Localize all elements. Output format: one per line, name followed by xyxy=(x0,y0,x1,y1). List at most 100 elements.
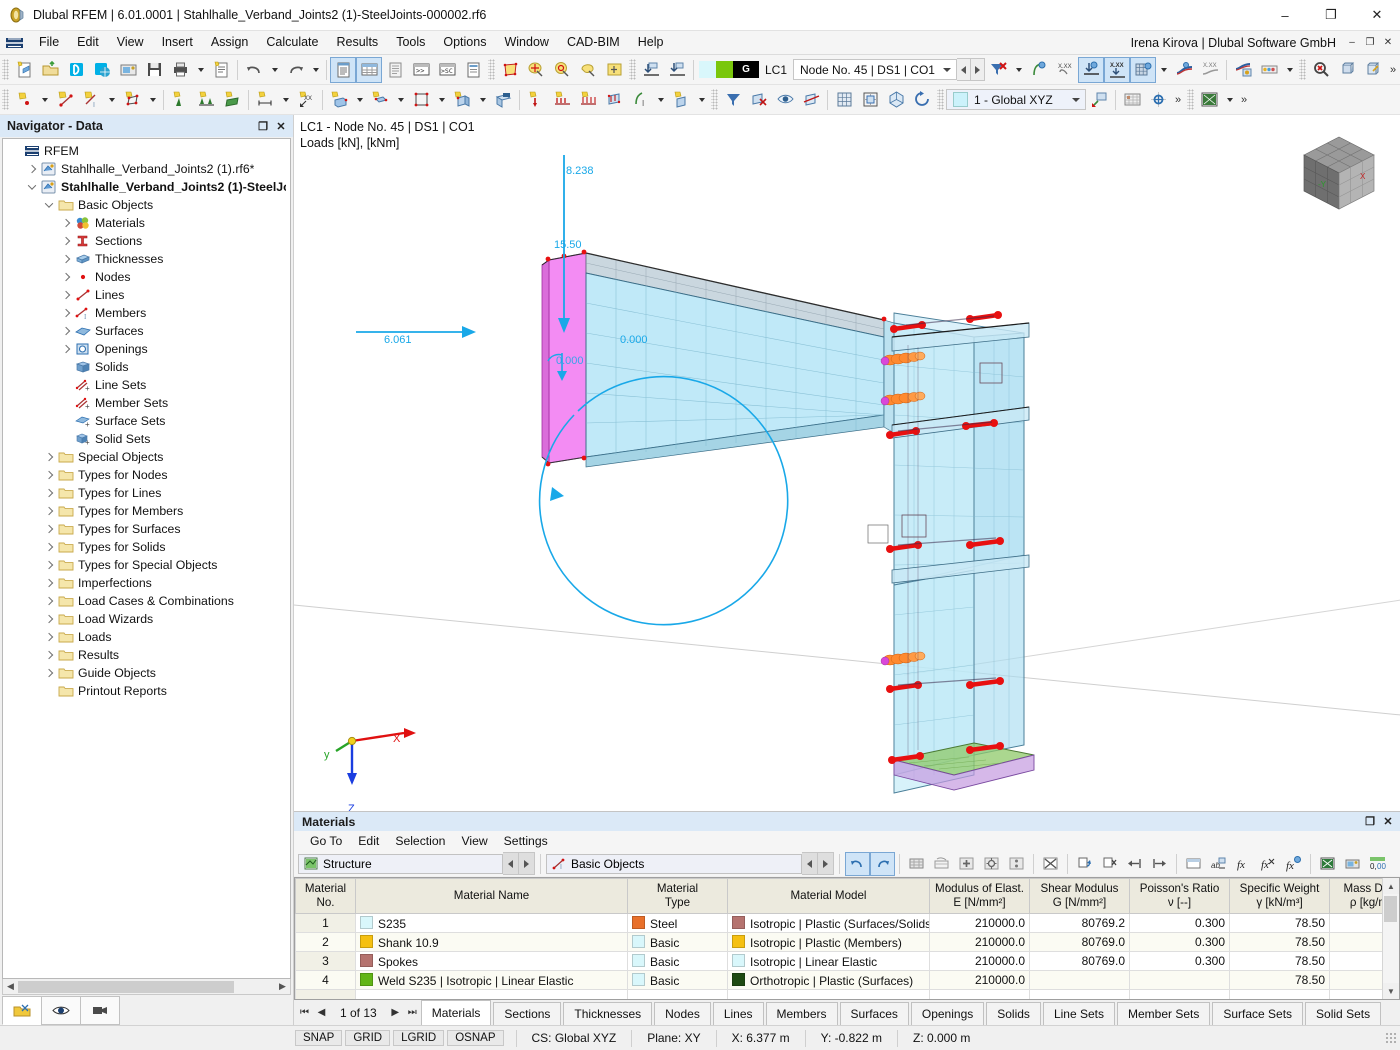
pager-first-button[interactable]: ⏮ xyxy=(296,1000,313,1025)
chevron-right-icon[interactable] xyxy=(58,268,74,286)
tree-item-solids[interactable]: Solids xyxy=(3,358,290,376)
surface-set-dropdown-arrow[interactable] xyxy=(475,87,490,113)
surface-dropdown-arrow[interactable] xyxy=(145,87,160,113)
cell-material-name[interactable]: Weld S235 | Isotropic | Linear Elastic xyxy=(355,970,628,990)
selection-combo[interactable]: Node No. 45 | DS1 | CO1 xyxy=(793,59,957,80)
toolbar-grip[interactable] xyxy=(629,59,636,80)
tree-item-types-for-nodes[interactable]: Types for Nodes xyxy=(3,466,290,484)
nodal-load-button[interactable] xyxy=(523,87,549,113)
cell-shear-modulus[interactable]: 80769.0 xyxy=(1029,951,1130,971)
render-mode-button[interactable] xyxy=(1360,57,1386,83)
table-options-button[interactable] xyxy=(979,852,1004,876)
structure-filter-combo[interactable]: Structure xyxy=(298,853,503,874)
cell-poissons-ratio[interactable] xyxy=(1129,970,1230,990)
chevron-down-icon[interactable] xyxy=(41,196,57,214)
insert-row-button[interactable] xyxy=(954,852,979,876)
details-panel-button[interactable] xyxy=(382,57,408,83)
tree-item-types-for-members[interactable]: Types for Members xyxy=(3,502,290,520)
table-vscrollbar[interactable]: ▲ ▼ xyxy=(1382,878,1399,999)
surface-set-button[interactable] xyxy=(449,87,475,113)
tree-item-types-for-lines[interactable]: Types for Lines xyxy=(3,484,290,502)
tree-item-stahlhalle-verband-joints2-1-rf6[interactable]: Stahlhalle_Verband_Joints2 (1).rf6* xyxy=(3,160,290,178)
table-menu-view[interactable]: View xyxy=(453,833,495,849)
hscroll-right-arrow[interactable]: ▶ xyxy=(275,980,290,994)
menu-results[interactable]: Results xyxy=(328,32,388,53)
tree-item-nodes[interactable]: Nodes xyxy=(3,268,290,286)
line-load-button[interactable] xyxy=(575,87,601,113)
navigator-tab-views[interactable] xyxy=(80,996,120,1025)
pager-last-button[interactable]: ⏭ xyxy=(404,1000,421,1025)
section-cut-button[interactable] xyxy=(798,87,824,113)
cell-shear-modulus[interactable]: 80769.0 xyxy=(1029,932,1130,952)
structure-filter-next[interactable] xyxy=(519,852,535,875)
menu-edit[interactable]: Edit xyxy=(68,32,108,53)
new-model-button[interactable] xyxy=(11,57,37,83)
dimension-button[interactable] xyxy=(252,87,278,113)
cell-poissons-ratio[interactable]: 0.300 xyxy=(1129,913,1230,933)
tree-item-load-cases-combinations[interactable]: Load Cases & Combinations xyxy=(3,592,290,610)
new-member-button[interactable]: I xyxy=(78,87,104,113)
table-menu-settings[interactable]: Settings xyxy=(496,833,556,849)
table-row-button[interactable] xyxy=(929,852,954,876)
color-scale-dropdown-arrow[interactable] xyxy=(1282,57,1297,83)
materials-table[interactable]: Material No. Material Name Material Type M… xyxy=(295,878,1382,999)
mesh-refine-button[interactable] xyxy=(831,87,857,113)
print-table-button[interactable] xyxy=(1340,852,1365,876)
chevron-right-icon[interactable] xyxy=(58,250,74,268)
dlubal-center-button[interactable] xyxy=(63,57,89,83)
cell-material-name[interactable]: Shank 10.9 xyxy=(355,932,628,952)
web-services-button[interactable] xyxy=(89,57,115,83)
cell-empty[interactable] xyxy=(355,989,628,999)
zoom-reset-button[interactable] xyxy=(1308,57,1334,83)
chevron-right-icon[interactable] xyxy=(41,538,57,556)
col-material-name[interactable]: Material Name xyxy=(355,878,628,914)
view-iso-button[interactable] xyxy=(883,87,909,113)
clear-results-dropdown-arrow[interactable] xyxy=(1011,57,1026,83)
redo-dropdown-arrow[interactable] xyxy=(308,57,323,83)
tree-item-thicknesses[interactable]: Thicknesses xyxy=(3,250,290,268)
tree-item-basic-objects[interactable]: Basic Objects xyxy=(3,196,290,214)
cell-modulus-elasticity[interactable]: 210000.0 xyxy=(929,913,1030,933)
cell-shear-modulus[interactable] xyxy=(1029,970,1130,990)
show-mesh-button[interactable] xyxy=(1130,56,1156,83)
result-values-button[interactable]: X.XX xyxy=(1197,57,1223,83)
chevron-right-icon[interactable] xyxy=(41,592,57,610)
menu-window[interactable]: Window xyxy=(495,32,557,53)
cell-material-no[interactable]: 1 xyxy=(295,913,356,933)
mdi-restore-button[interactable]: ❐ xyxy=(1361,34,1379,52)
cell-specific-weight[interactable]: 78.50 xyxy=(1229,970,1330,990)
menu-assign[interactable]: Assign xyxy=(202,32,258,53)
set-work-plane-button[interactable] xyxy=(1086,87,1112,113)
cell-material-no[interactable]: 2 xyxy=(295,932,356,952)
chevron-right-icon[interactable] xyxy=(41,628,57,646)
tree-item-types-for-surfaces[interactable]: Types for Surfaces xyxy=(3,520,290,538)
col-shear-modulus[interactable]: Shear Modulus G [N/mm²] xyxy=(1029,878,1130,914)
new-line-button[interactable] xyxy=(52,87,78,113)
maximize-button[interactable]: ❐ xyxy=(1308,0,1354,30)
imperfection-dropdown-arrow[interactable] xyxy=(694,87,709,113)
navigator-toggle-button[interactable] xyxy=(330,56,356,83)
table-panel-close-button[interactable]: ✕ xyxy=(1380,814,1396,830)
result-diagram-button[interactable] xyxy=(1171,57,1197,83)
undo-dropdown-arrow[interactable] xyxy=(267,57,282,83)
dimension-dropdown-arrow[interactable] xyxy=(278,87,293,113)
selection-prev-button[interactable] xyxy=(956,58,971,81)
tab-thicknesses[interactable]: Thicknesses xyxy=(563,1002,653,1025)
snap-to-node-button[interactable] xyxy=(638,57,664,83)
cell-modulus-elasticity[interactable]: 210000.0 xyxy=(929,932,1030,952)
cell-mass-density[interactable]: 785 xyxy=(1329,913,1382,933)
tree-item-openings[interactable]: Openings xyxy=(3,340,290,358)
cell-empty[interactable] xyxy=(929,989,1030,999)
cell-mass-density[interactable]: 785 xyxy=(1329,951,1382,971)
tab-surface-sets[interactable]: Surface Sets xyxy=(1212,1002,1304,1025)
tab-sections[interactable]: Sections xyxy=(493,1002,562,1025)
model-viewport[interactable]: LC1 - Node No. 45 | DS1 | CO1 Loads [kN]… xyxy=(294,115,1400,811)
tab-nodes[interactable]: Nodes xyxy=(654,1002,711,1025)
cell-modulus-elasticity[interactable]: 210000.0 xyxy=(929,970,1030,990)
new-solid-button[interactable] xyxy=(326,87,352,113)
show-support-reactions-button[interactable] xyxy=(1078,56,1104,83)
cell-material-name[interactable]: Spokes xyxy=(355,951,628,971)
tree-item-rfem[interactable]: RFEM xyxy=(3,142,290,160)
objects-filter-combo[interactable]: I Basic Objects xyxy=(546,853,802,874)
open-table-button[interactable] xyxy=(1196,87,1222,113)
